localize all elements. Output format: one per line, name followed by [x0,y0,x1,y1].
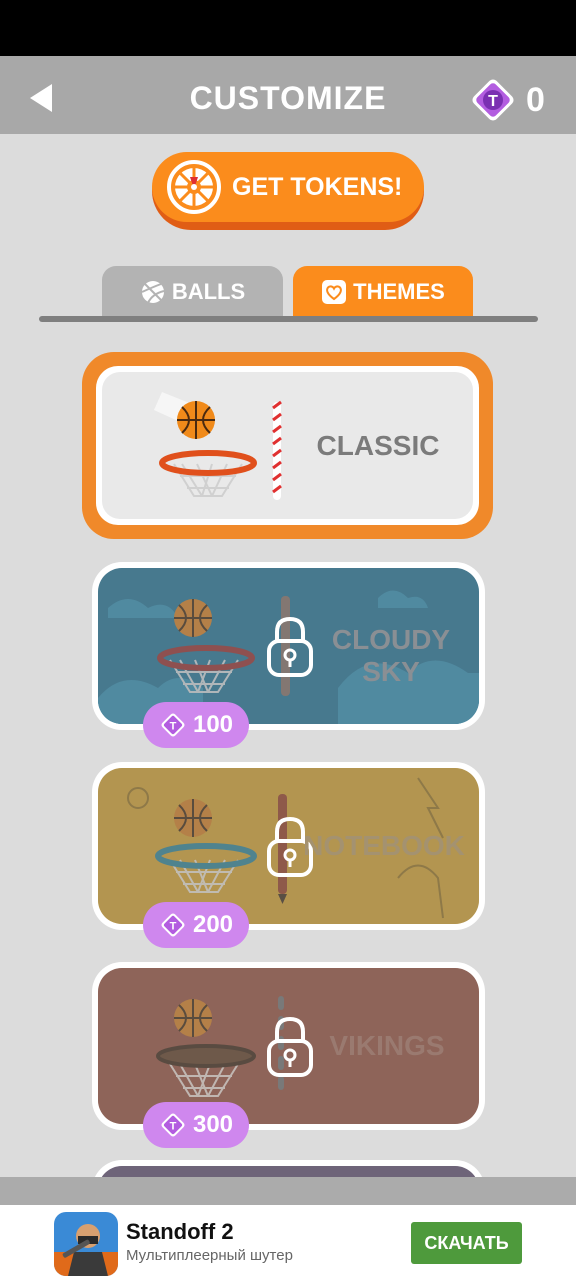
get-tokens-button[interactable]: GET TOKENS! [152,152,424,230]
theme-name-cloudy-sky: CLOUDY SKY [331,624,451,687]
token-icon: T [472,79,514,121]
theme-name-notebook: NOTEBOOK [303,830,465,861]
prize-wheel-icon [167,160,221,214]
svg-text:T: T [170,721,177,733]
ad-banner[interactable]: Standoff 2 Мультиплеерный шутер СКАЧАТЬ [0,1205,576,1280]
price-badge-cloudy-sky: T 100 [143,702,249,748]
lock-icon [267,1016,313,1077]
tab-balls-label: BALLS [171,279,246,304]
tab-underline [39,316,538,322]
theme-name-vikings: VIKINGS [329,1030,445,1061]
token-icon: T [161,913,185,937]
lock-icon [267,616,313,677]
svg-text:T: T [170,921,177,933]
tab-balls[interactable]: BALLS [102,266,283,318]
ad-app-icon[interactable] [54,1212,118,1276]
token-count: 0 [526,80,545,119]
token-icon: T [161,713,185,737]
heart-frame-icon [322,280,347,304]
ad-title: Standoff 2 [126,1219,234,1244]
token-icon: T [161,1113,185,1137]
token-balance: T 0 [470,78,545,122]
theme-card-vikings[interactable]: VIKINGS [92,962,485,1130]
price-badge-notebook: T 200 [143,902,249,948]
ad-subtitle: Мультиплеерный шутер [126,1247,293,1264]
tab-themes-label: THEMES [353,279,445,304]
tab-themes[interactable]: THEMES [293,266,473,318]
theme-card-notebook[interactable]: NOTEBOOK [92,762,485,930]
basketball-icon [141,281,165,304]
bottom-divider [0,1177,576,1205]
svg-text:T: T [170,1121,177,1133]
get-tokens-label: GET TOKENS! [232,172,403,201]
theme-name-classic: CLASSIC [316,430,440,461]
status-bar [0,0,576,56]
theme-card-cloudy-sky[interactable]: CLOUDY SKY [92,562,485,730]
theme-card-classic[interactable]: CLASSIC [82,352,493,539]
ad-download-button[interactable]: СКАЧАТЬ [411,1222,522,1264]
price-badge-vikings: T 300 [143,1102,249,1148]
svg-text:T: T [488,93,498,110]
